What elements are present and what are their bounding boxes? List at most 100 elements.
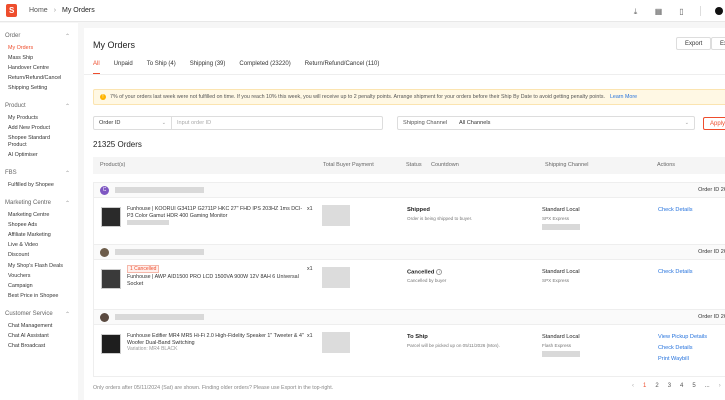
page-4[interactable]: 4: [680, 383, 683, 389]
sidebar-item-shipping-setting[interactable]: Shipping Setting: [0, 85, 78, 92]
product-name[interactable]: Funhouse | AWP AID1500 PRO LCD 1500VA 90…: [127, 274, 299, 287]
sidebar-section-order: Order ⌃ My Orders Mass Ship Handover Cent…: [0, 31, 78, 91]
view-pickup-details-link[interactable]: View Pickup Details: [658, 334, 707, 340]
sidebar-item-campaign[interactable]: Campaign: [0, 283, 78, 290]
apply-button[interactable]: Apply: [703, 117, 725, 130]
notice-text: 7% of your orders last week were not ful…: [110, 94, 605, 100]
section-title-text: Product: [5, 103, 26, 110]
order-status: Shipped: [407, 207, 430, 213]
page-1[interactable]: 1: [643, 383, 646, 389]
sidebar-item-flash-deals[interactable]: My Shop's Flash Deals: [0, 263, 78, 270]
chevron-up-icon: ⌃: [64, 311, 70, 318]
sidebar-item-fulfilled-by-shopee[interactable]: Fulfilled by Shopee: [0, 182, 78, 189]
sidebar-item-vouchers[interactable]: Vouchers: [0, 273, 78, 280]
sidebar-item-my-orders[interactable]: My Orders: [0, 45, 78, 52]
order-card: C Order ID 2605 Funhouse | KOORUI G3411P…: [93, 182, 725, 248]
sidebar-item-shopee-ads[interactable]: Shopee Ads: [0, 222, 78, 229]
divider: [700, 6, 701, 16]
breadcrumb-home[interactable]: Home: [29, 7, 48, 14]
download-icon[interactable]: ⤓: [631, 7, 640, 16]
sidebar-item-chat-ai[interactable]: Chat AI Assistant: [0, 333, 78, 340]
prev-page-icon[interactable]: ‹: [632, 383, 634, 389]
sidebar-item-my-products[interactable]: My Products: [0, 115, 78, 122]
sidebar-item-chat-management[interactable]: Chat Management: [0, 323, 78, 330]
check-details-link[interactable]: Check Details: [658, 207, 693, 213]
learn-more-link[interactable]: Learn More: [610, 94, 637, 100]
order-field-select[interactable]: Order ID ⌄: [94, 117, 172, 129]
shipping-channel-filter: Shipping Channel All Channels ⌄: [397, 116, 695, 130]
sidebar-item-return-refund[interactable]: Return/Refund/Cancel: [0, 75, 78, 82]
chevron-up-icon: ⌃: [64, 33, 70, 40]
export-history-button[interactable]: Ex: [711, 37, 725, 50]
sidebar-section-title[interactable]: Customer Service ⌃: [0, 309, 78, 319]
order-search-filter: Order ID ⌄ Input order ID: [93, 116, 383, 130]
col-status: Status: [406, 162, 422, 168]
page-5[interactable]: 5: [692, 383, 695, 389]
shipping-channel-select[interactable]: All Channels ⌄: [454, 117, 694, 129]
order-tabs: All Unpaid To Ship (4) Shipping (39) Com…: [93, 61, 393, 74]
product-name[interactable]: Funhouse Edifier MR4 MR5 Hi-Fi 2.0 High-…: [127, 333, 304, 346]
sidebar-section-fbs: FBS ⌃ Fulfilled by Shopee: [0, 168, 78, 188]
export-button[interactable]: Export: [676, 37, 712, 50]
order-id: Order ID 2605: [698, 314, 725, 320]
page-ellipsis: ...: [704, 383, 710, 389]
check-details-link[interactable]: Check Details: [658, 345, 693, 351]
sidebar-item-discount[interactable]: Discount: [0, 252, 78, 259]
breadcrumb: Home › My Orders: [29, 7, 95, 14]
sidebar-item-handover-centre[interactable]: Handover Centre: [0, 65, 78, 72]
order-id: Order ID 2605: [698, 187, 725, 193]
product-thumbnail[interactable]: [101, 269, 121, 289]
page-3[interactable]: 3: [668, 383, 671, 389]
sidebar-item-add-product[interactable]: Add New Product: [0, 125, 78, 132]
section-title-text: FBS: [5, 170, 17, 177]
shipping-provider: SPX Express: [542, 278, 570, 283]
sidebar-section-title[interactable]: Order ⌃: [0, 31, 78, 41]
sidebar-section-customer-service: Customer Service ⌃ Chat Management Chat A…: [0, 309, 78, 349]
shipping-channel-label: Shipping Channel: [403, 120, 448, 126]
sidebar-item-chat-broadcast[interactable]: Chat Broadcast: [0, 343, 78, 350]
tab-shipping[interactable]: Shipping (39): [190, 61, 226, 74]
product-name[interactable]: Funhouse | KOORUI G3411P G2711P HKC 27" …: [127, 206, 307, 219]
tab-all[interactable]: All: [93, 61, 100, 74]
order-id: Order ID 2605: [698, 249, 725, 255]
shopee-logo-icon[interactable]: [6, 4, 17, 17]
sidebar-item-mass-ship[interactable]: Mass Ship: [0, 55, 78, 62]
book-icon[interactable]: ▯: [677, 7, 686, 16]
product-info: Funhouse Edifier MR4 MR5 Hi-Fi 2.0 High-…: [127, 333, 307, 353]
sidebar-item-ai-optimiser[interactable]: AI Optimiser: [0, 152, 78, 159]
col-payment: Total Buyer Payment: [323, 162, 374, 168]
shipping-channel: Standard Local: [542, 334, 580, 340]
order-header: C Order ID 2605: [94, 183, 725, 198]
next-page-icon[interactable]: ›: [719, 383, 721, 389]
shipping-channel: Standard Local: [542, 207, 580, 213]
sidebar-item-standard-product[interactable]: Shopee Standard Product: [0, 135, 56, 148]
info-icon[interactable]: i: [436, 269, 443, 275]
product-thumbnail[interactable]: [101, 334, 121, 354]
check-details-link[interactable]: Check Details: [658, 269, 693, 275]
main-content: My Orders Export Ex All Unpaid To Ship (…: [84, 28, 725, 400]
sidebar-item-live-video[interactable]: Live & Video: [0, 242, 78, 249]
order-id-input[interactable]: Input order ID: [172, 120, 216, 126]
order-status: To Ship: [407, 334, 428, 340]
tab-completed[interactable]: Completed (23220): [239, 61, 290, 74]
sidebar-section-title[interactable]: Product ⌃: [0, 101, 78, 111]
page-2[interactable]: 2: [655, 383, 658, 389]
user-avatar[interactable]: [715, 7, 723, 15]
sidebar-item-marketing-centre[interactable]: Marketing Centre: [0, 212, 78, 219]
table-header: Product(s) Total Buyer Payment Status Co…: [93, 157, 725, 174]
sidebar-section-title[interactable]: FBS ⌃: [0, 168, 78, 178]
print-waybill-link[interactable]: Print Waybill: [658, 356, 689, 362]
tab-return-refund[interactable]: Return/Refund/Cancel (110): [305, 61, 380, 74]
sidebar-section-title[interactable]: Marketing Centre ⌃: [0, 198, 78, 208]
grid-icon[interactable]: ▦: [654, 7, 663, 16]
chevron-up-icon: ⌃: [64, 103, 70, 110]
buyer-avatar: [100, 248, 109, 257]
tab-unpaid[interactable]: Unpaid: [114, 61, 133, 74]
product-thumbnail[interactable]: [101, 207, 121, 227]
shipping-provider: SPX Express: [542, 216, 570, 221]
tab-to-ship[interactable]: To Ship (4): [147, 61, 176, 74]
sidebar-item-best-price[interactable]: Best Price in Shopee: [0, 293, 78, 300]
col-actions: Actions: [657, 162, 676, 168]
sidebar-item-affiliate[interactable]: Affiliate Marketing: [0, 232, 78, 239]
col-products: Product(s): [100, 162, 126, 168]
